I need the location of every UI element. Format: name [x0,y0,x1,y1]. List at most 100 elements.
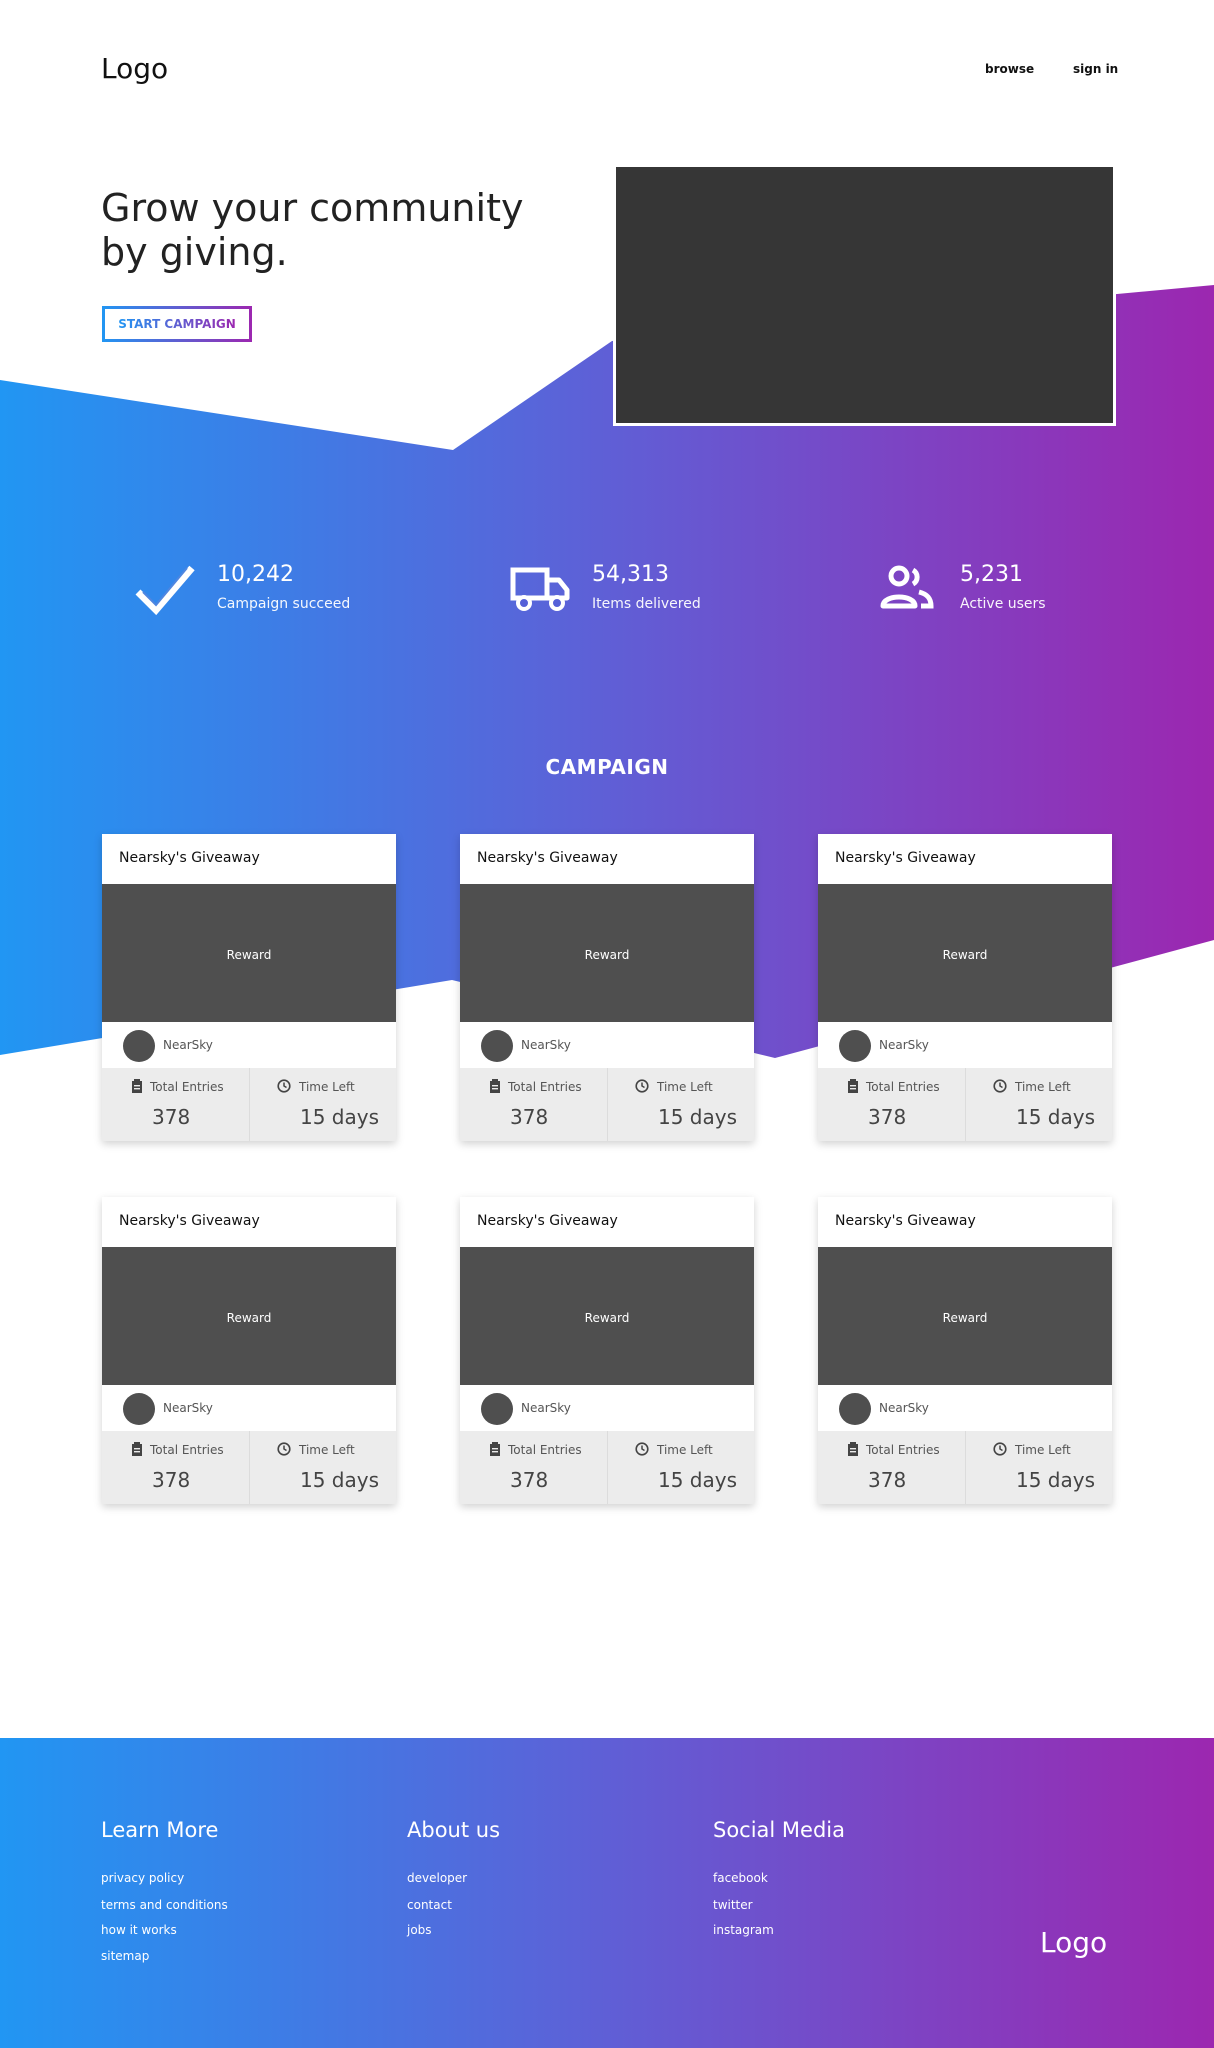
card-header: Nearsky's Giveaway [102,834,396,884]
card-user-bar: NearSky [460,1022,754,1068]
total-entries-label: Total Entries [866,1080,940,1094]
hero-title-line-1: Grow your community [101,186,524,230]
campaign-card[interactable]: Nearsky's Giveaway Reward NearSky Total … [460,834,754,1141]
card-title: Nearsky's Giveaway [119,1213,260,1229]
card-header: Nearsky's Giveaway [460,1197,754,1247]
footer-link-jobs[interactable]: jobs [407,1923,432,1937]
card-user-bar: NearSky [102,1385,396,1431]
card-header: Nearsky's Giveaway [818,1197,1112,1247]
campaign-section-title: CAMPAIGN [545,755,669,779]
hero-title-line-2: by giving. [101,230,288,274]
footer-link-developer[interactable]: developer [407,1871,467,1885]
stat-label: Campaign succeed [217,596,351,612]
nav-browse-link[interactable]: browse [985,62,1034,76]
footer-link-how-it-works[interactable]: how it works [101,1923,177,1937]
stat-label: Active users [960,596,1046,612]
time-left-label: Time Left [657,1080,713,1094]
nav-sign-in-link[interactable]: sign in [1073,62,1118,76]
stat-value: 54,313 [592,562,669,587]
card-reward-image[interactable]: Reward [818,884,1112,1022]
card-username[interactable]: NearSky [521,1038,571,1052]
footer-about-heading: About us [407,1818,501,1842]
stat-value: 10,242 [217,562,294,587]
header-logo[interactable]: Logo [101,52,168,85]
clock-icon [277,1442,291,1456]
card-reward-image[interactable]: Reward [102,884,396,1022]
card-stats: Total Entries 378 Time Left 15 days [102,1431,396,1504]
time-left-label: Time Left [657,1443,713,1457]
clipboard-icon [490,1442,500,1456]
card-stats-divider [249,1431,250,1504]
card-reward-image[interactable]: Reward [102,1247,396,1385]
card-stats-divider [249,1068,250,1141]
campaign-card[interactable]: Nearsky's Giveaway Reward NearSky Total … [460,1197,754,1504]
users-icon [880,565,934,609]
card-reward-label: Reward [226,1311,272,1325]
time-left-value: 15 days [300,1468,380,1492]
hero-video-placeholder[interactable] [613,164,1116,426]
checkmark-icon [135,565,195,616]
card-stats: Total Entries 378 Time Left 15 days [460,1431,754,1504]
footer-background [0,1738,1214,2048]
footer-link-terms[interactable]: terms and conditions [101,1898,228,1912]
card-stats: Total Entries 378 Time Left 15 days [818,1068,1112,1141]
clock-icon [635,1442,649,1456]
card-username[interactable]: NearSky [521,1401,571,1415]
clipboard-icon [848,1442,858,1456]
start-campaign-label: START CAMPAIGN [118,317,236,331]
footer-link-contact[interactable]: contact [407,1898,452,1912]
total-entries-label: Total Entries [150,1080,224,1094]
card-reward-image[interactable]: Reward [460,1247,754,1385]
card-reward-label: Reward [226,948,272,962]
clock-icon [277,1079,291,1093]
stat-value: 5,231 [960,562,1023,587]
time-left-label: Time Left [1015,1080,1071,1094]
avatar[interactable] [481,1030,513,1062]
avatar[interactable] [123,1030,155,1062]
footer-logo[interactable]: Logo [1040,1926,1107,1959]
card-username[interactable]: NearSky [879,1401,929,1415]
card-username[interactable]: NearSky [879,1038,929,1052]
avatar[interactable] [839,1030,871,1062]
card-user-bar: NearSky [818,1022,1112,1068]
time-left-label: Time Left [1015,1443,1071,1457]
clipboard-icon [848,1079,858,1093]
card-stats: Total Entries 378 Time Left 15 days [102,1068,396,1141]
card-user-bar: NearSky [818,1385,1112,1431]
campaign-card[interactable]: Nearsky's Giveaway Reward NearSky Total … [818,1197,1112,1504]
clipboard-icon [490,1079,500,1093]
time-left-value: 15 days [1016,1468,1096,1492]
footer-link-twitter[interactable]: twitter [713,1898,753,1912]
card-reward-image[interactable]: Reward [818,1247,1112,1385]
avatar[interactable] [481,1393,513,1425]
total-entries-label: Total Entries [866,1443,940,1457]
footer-learn-more-heading: Learn More [101,1818,219,1842]
truck-icon [510,567,570,611]
avatar[interactable] [123,1393,155,1425]
campaign-card[interactable]: Nearsky's Giveaway Reward NearSky Total … [102,1197,396,1504]
campaign-card[interactable]: Nearsky's Giveaway Reward NearSky Total … [818,834,1112,1141]
card-stats-divider [607,1068,608,1141]
campaign-card[interactable]: Nearsky's Giveaway Reward NearSky Total … [102,834,396,1141]
time-left-label: Time Left [299,1443,355,1457]
card-stats-divider [607,1431,608,1504]
card-username[interactable]: NearSky [163,1038,213,1052]
footer-link-sitemap[interactable]: sitemap [101,1949,149,1963]
card-stats: Total Entries 378 Time Left 15 days [818,1431,1112,1504]
time-left-value: 15 days [658,1105,738,1129]
card-reward-label: Reward [584,1311,630,1325]
card-title: Nearsky's Giveaway [835,1213,976,1229]
card-username[interactable]: NearSky [163,1401,213,1415]
avatar[interactable] [839,1393,871,1425]
card-reward-label: Reward [584,948,630,962]
start-campaign-button[interactable]: START CAMPAIGN [102,306,252,342]
footer-link-privacy-policy[interactable]: privacy policy [101,1871,184,1885]
footer-link-facebook[interactable]: facebook [713,1871,768,1885]
footer-social-heading: Social Media [713,1818,846,1842]
card-user-bar: NearSky [460,1385,754,1431]
footer-link-instagram[interactable]: instagram [713,1923,774,1937]
clock-icon [993,1442,1007,1456]
card-header: Nearsky's Giveaway [818,834,1112,884]
total-entries-value: 378 [152,1468,191,1492]
card-reward-image[interactable]: Reward [460,884,754,1022]
